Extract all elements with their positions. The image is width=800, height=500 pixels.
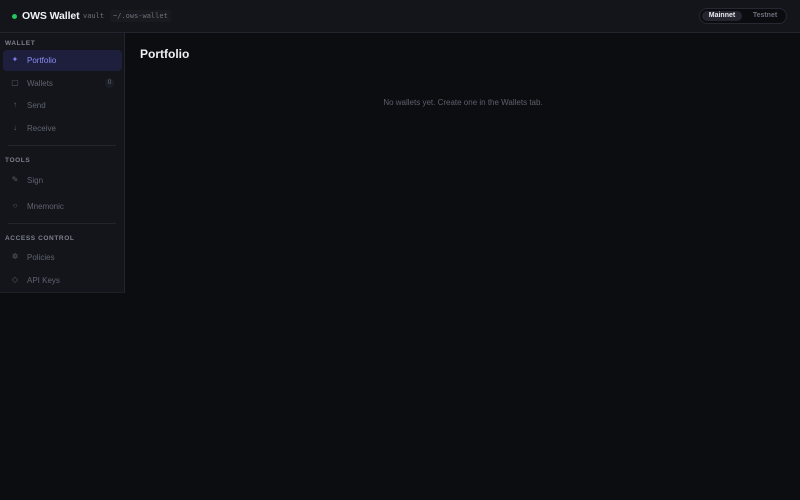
section-title-wallet: WALLET: [5, 40, 36, 47]
network-option-testnet[interactable]: Testnet: [746, 11, 784, 21]
sidebar-item-policies[interactable]: ✲ Policies: [3, 247, 122, 268]
sidebar-item-receive[interactable]: ↓ Receive: [3, 118, 122, 139]
sidebar-divider: [8, 145, 116, 146]
sidebar-item-mnemonic[interactable]: ○ Mnemonic: [3, 196, 122, 217]
sidebar-item-wallets[interactable]: ▢ Wallets 0: [3, 73, 122, 94]
section-title-tools: TOOLS: [5, 157, 31, 164]
sidebar-item-sign[interactable]: ✎ Sign: [3, 170, 122, 191]
sidebar-item-label: Policies: [27, 253, 55, 262]
sidebar-item-portfolio[interactable]: ✦ Portfolio: [3, 50, 122, 71]
vault-path: ~/.ows-wallet: [110, 10, 171, 22]
sidebar-item-label: Send: [27, 101, 46, 110]
sidebar-item-send[interactable]: ↑ Send: [3, 95, 122, 116]
policy-icon: ✲: [11, 252, 19, 261]
sidebar-divider: [8, 223, 116, 224]
sidebar-item-label: Mnemonic: [27, 202, 64, 211]
page-title: Portfolio: [140, 47, 190, 61]
arrow-down-icon: ↓: [13, 123, 17, 132]
top-bar: OWS Wallet vault ~/.ows-wallet Mainnet T…: [0, 0, 800, 33]
sidebar-item-label: Wallets: [27, 79, 53, 88]
key-ring-icon: ○: [12, 201, 18, 210]
network-option-mainnet[interactable]: Mainnet: [702, 11, 742, 21]
sparkle-icon: ✦: [11, 55, 19, 64]
main-content: Portfolio No wallets yet. Create one in …: [126, 33, 800, 500]
status-dot-icon: [12, 14, 17, 19]
section-title-access-control: ACCESS CONTROL: [5, 235, 75, 242]
arrow-up-icon: ↑: [13, 100, 17, 109]
wallet-icon: ▢: [11, 78, 19, 87]
sidebar-item-label: Receive: [27, 124, 56, 133]
network-toggle: Mainnet Testnet: [699, 8, 787, 24]
signature-icon: ✎: [11, 175, 19, 184]
empty-state-message: No wallets yet. Create one in the Wallet…: [383, 98, 543, 107]
sidebar-item-label: Sign: [27, 176, 44, 185]
api-key-icon: ◇: [11, 275, 19, 284]
sidebar-item-label: API Keys: [27, 276, 60, 285]
wallet-count-badge: 0: [105, 78, 114, 88]
vault-label: vault: [83, 12, 105, 20]
sidebar-item-label: Portfolio: [27, 56, 57, 65]
sidebar: WALLET ✦ Portfolio ▢ Wallets 0 ↑ Send ↓ …: [0, 33, 125, 293]
app-title: OWS Wallet: [22, 10, 80, 22]
sidebar-item-api-keys[interactable]: ◇ API Keys: [3, 270, 122, 291]
